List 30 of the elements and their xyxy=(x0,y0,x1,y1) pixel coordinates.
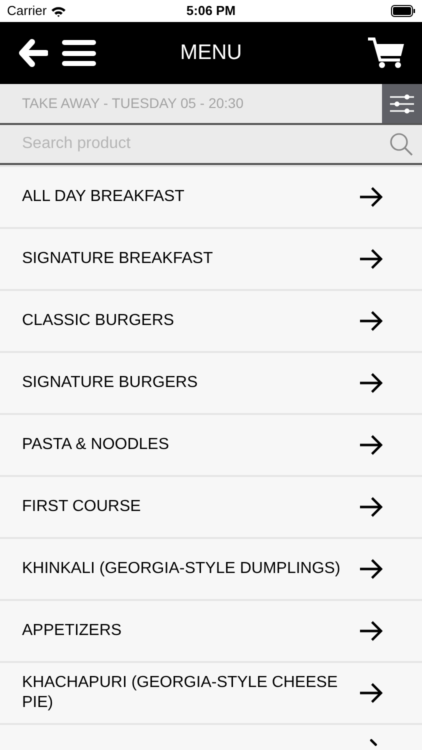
filter-button[interactable] xyxy=(382,84,422,123)
carrier-label: Carrier xyxy=(7,2,47,20)
battery-icon xyxy=(391,5,415,17)
category-label: KHINKALI (GEORGIA-STYLE DUMPLINGS) xyxy=(22,559,342,579)
category-row[interactable]: SIGNATURE BURGERS xyxy=(0,353,422,413)
sliders-icon xyxy=(389,92,415,114)
category-label: SIGNATURE BURGERS xyxy=(22,373,199,393)
menu-button[interactable] xyxy=(62,38,96,68)
header-title: MENU xyxy=(180,40,242,66)
category-row[interactable]: PASTA & NOODLES xyxy=(0,415,422,475)
category-row[interactable]: FIRST COURSE xyxy=(0,477,422,537)
category-row[interactable]: KHACHAPURI (GEORGIA-STYLE CHEESE PIE) xyxy=(0,663,422,723)
category-label: ALL DAY BREAKFAST xyxy=(22,187,186,207)
category-row[interactable]: ALL DAY BREAKFAST xyxy=(0,167,422,227)
order-info: TAKE AWAY - TUESDAY 05 - 20:30 xyxy=(21,94,244,113)
category-row[interactable]: SIGNATURE BREAKFAST xyxy=(0,229,422,289)
cart-button[interactable] xyxy=(368,36,404,70)
category-label: APPETIZERS xyxy=(22,621,123,641)
wifi-icon xyxy=(50,6,66,16)
category-row[interactable]: APPETIZERS xyxy=(0,601,422,661)
back-button[interactable] xyxy=(18,38,48,68)
category-label: KHACHAPURI (GEORGIA-STYLE CHEESE PIE) xyxy=(22,673,339,713)
category-row[interactable]: KHINKALI (GEORGIA-STYLE DUMPLINGS) xyxy=(0,539,422,599)
status-time: 5:06 PM xyxy=(186,2,236,20)
category-label: SIGNATURE BREAKFAST xyxy=(22,249,214,269)
category-label: FIRST COURSE xyxy=(22,497,142,517)
category-label: PASTA & NOODLES xyxy=(22,435,170,455)
search-icon xyxy=(389,132,413,156)
category-label: CLASSIC BURGERS xyxy=(22,311,176,331)
category-row[interactable]: CLASSIC BURGERS xyxy=(0,291,422,351)
